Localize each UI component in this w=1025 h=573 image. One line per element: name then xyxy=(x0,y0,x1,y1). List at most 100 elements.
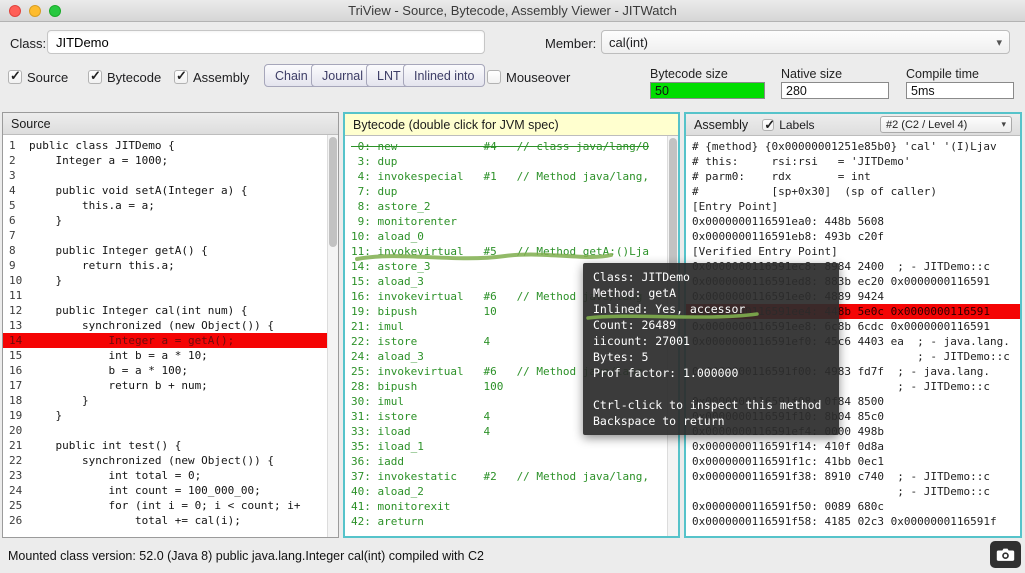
close-window-button[interactable] xyxy=(9,5,21,17)
assembly-line[interactable]: # {method} {0x00000001251e85b0} 'cal' '(… xyxy=(686,139,1020,154)
screenshot-camera-button[interactable] xyxy=(990,541,1021,568)
source-checkbox[interactable]: Source xyxy=(8,66,68,88)
status-bar: Mounted class version: 52.0 (Java 8) pub… xyxy=(0,538,1025,573)
source-line[interactable]: 6 } xyxy=(3,213,338,228)
line-number: 12 xyxy=(3,303,29,318)
line-number: 8 xyxy=(3,243,29,258)
inlined-into-button[interactable]: Inlined into xyxy=(403,64,485,87)
assembly-line[interactable]: 0x0000000116591f58: 4185 02c3 0x00000001… xyxy=(686,514,1020,529)
class-input[interactable]: JITDemo xyxy=(47,30,485,54)
assembly-line[interactable]: ; - JITDemo::c xyxy=(686,484,1020,499)
bytecode-text: 21: imul xyxy=(351,320,404,333)
source-scrollbar[interactable] xyxy=(327,135,338,537)
source-line[interactable]: 1public class JITDemo { xyxy=(3,138,338,153)
bytecode-line[interactable]: 42: areturn xyxy=(345,514,678,529)
scrollbar-thumb[interactable] xyxy=(329,137,337,247)
source-line[interactable]: 12 public Integer cal(int num) { xyxy=(3,303,338,318)
compilation-select-value: #2 (C2 / Level 4) xyxy=(886,119,967,131)
assembly-line[interactable]: [Entry Point] xyxy=(686,199,1020,214)
assembly-line[interactable]: 0x0000000116591f14: 410f 0d8a xyxy=(686,439,1020,454)
bytecode-text: 19: bipush 10 xyxy=(351,305,497,318)
source-checkbox-label: Source xyxy=(27,70,68,85)
bytecode-line[interactable]: 3: dup xyxy=(345,154,678,169)
source-line[interactable]: 26 total += cal(i); xyxy=(3,513,338,528)
bytecode-checkbox[interactable]: Bytecode xyxy=(88,66,161,88)
source-line[interactable]: 11 xyxy=(3,288,338,303)
compilation-select[interactable]: #2 (C2 / Level 4) ▾ xyxy=(880,116,1012,133)
bytecode-text: 3: dup xyxy=(351,155,397,168)
source-line[interactable]: 21 public int test() { xyxy=(3,438,338,453)
source-line[interactable]: 10 } xyxy=(3,273,338,288)
bytecode-line[interactable]: 35: iload_1 xyxy=(345,439,678,454)
tooltip-line: Bytes: 5 xyxy=(593,349,829,365)
source-line[interactable]: 16 b = a * 100; xyxy=(3,363,338,378)
chevron-down-icon: ▾ xyxy=(996,36,1002,49)
assembly-line[interactable]: # [sp+0x30] (sp of caller) xyxy=(686,184,1020,199)
line-number: 15 xyxy=(3,348,29,363)
assembly-line[interactable]: [Verified Entry Point] xyxy=(686,244,1020,259)
line-number: 20 xyxy=(3,423,29,438)
source-line[interactable]: 24 int count = 100_000_00; xyxy=(3,483,338,498)
native-size-label: Native size xyxy=(781,67,842,81)
source-code-text: return this.a; xyxy=(29,258,175,273)
member-select[interactable]: cal(int) ▾ xyxy=(601,30,1010,54)
source-line[interactable]: 4 public void setA(Integer a) { xyxy=(3,183,338,198)
source-code-text: int count = 100_000_00; xyxy=(29,483,261,498)
bytecode-text: 37: invokestatic #2 // Method java/lang, xyxy=(351,470,649,483)
source-line[interactable]: 9 return this.a; xyxy=(3,258,338,273)
assembly-text: [Entry Point] xyxy=(692,200,778,213)
source-line[interactable]: 17 return b + num; xyxy=(3,378,338,393)
bytecode-line[interactable]: 37: invokestatic #2 // Method java/lang, xyxy=(345,469,678,484)
bytecode-text: 7: dup xyxy=(351,185,397,198)
bytecode-line[interactable]: 9: monitorenter xyxy=(345,214,678,229)
source-line[interactable]: 20 xyxy=(3,423,338,438)
source-line[interactable]: 19 } xyxy=(3,408,338,423)
source-code-text: } xyxy=(29,213,62,228)
assembly-line[interactable]: 0x0000000116591eb8: 493b c20f xyxy=(686,229,1020,244)
source-line[interactable]: 18 } xyxy=(3,393,338,408)
zoom-window-button[interactable] xyxy=(49,5,61,17)
assembly-line[interactable]: # parm0: rdx = int xyxy=(686,169,1020,184)
chevron-down-icon: ▾ xyxy=(1001,119,1006,130)
bytecode-line[interactable]: 10: aload_0 xyxy=(345,229,678,244)
bytecode-line[interactable]: 36: iadd xyxy=(345,454,678,469)
source-line[interactable]: 15 int b = a * 10; xyxy=(3,348,338,363)
source-line[interactable]: 25 for (int i = 0; i < count; i+ xyxy=(3,498,338,513)
assembly-line[interactable]: 0x0000000116591f38: 8910 c740 ; - JITDem… xyxy=(686,469,1020,484)
minimize-window-button[interactable] xyxy=(29,5,41,17)
labels-checkbox[interactable]: Labels xyxy=(762,114,814,136)
checkmark-icon xyxy=(8,70,22,84)
bytecode-line[interactable]: 11: invokevirtual #5 // Method getA:()Lj… xyxy=(345,244,678,259)
source-line[interactable]: 23 int total = 0; xyxy=(3,468,338,483)
source-line[interactable]: 7 xyxy=(3,228,338,243)
scrollbar-thumb[interactable] xyxy=(669,138,677,278)
checkmark-icon xyxy=(174,70,188,84)
source-line[interactable]: 2 Integer a = 1000; xyxy=(3,153,338,168)
source-line[interactable]: 3 xyxy=(3,168,338,183)
bytecode-line[interactable]: 7: dup xyxy=(345,184,678,199)
source-line[interactable]: 5 this.a = a; xyxy=(3,198,338,213)
source-line[interactable]: 8 public Integer getA() { xyxy=(3,243,338,258)
bytecode-line[interactable]: 8: astore_2 xyxy=(345,199,678,214)
assembly-checkbox[interactable]: Assembly xyxy=(174,66,249,88)
source-line[interactable]: 22 synchronized (new Object()) { xyxy=(3,453,338,468)
bytecode-text: 35: iload_1 xyxy=(351,440,424,453)
assembly-line[interactable]: 0x0000000116591f1c: 41bb 0ec1 xyxy=(686,454,1020,469)
assembly-line[interactable]: 0x0000000116591ea0: 448b 5608 xyxy=(686,214,1020,229)
bytecode-line[interactable]: 40: aload_2 xyxy=(345,484,678,499)
journal-button[interactable]: Journal xyxy=(311,64,374,87)
bytecode-line[interactable]: 41: monitorexit xyxy=(345,499,678,514)
assembly-line[interactable]: 0x0000000116591f50: 0089 680c xyxy=(686,499,1020,514)
bytecode-panel-header[interactable]: Bytecode (double click for JVM spec) xyxy=(345,114,678,136)
source-code-area[interactable]: 1public class JITDemo { 2 Integer a = 10… xyxy=(3,135,338,537)
assembly-line[interactable]: # this: rsi:rsi = 'JITDemo' xyxy=(686,154,1020,169)
source-code-text: synchronized (new Object()) { xyxy=(29,318,274,333)
source-line[interactable]: 13 synchronized (new Object()) { xyxy=(3,318,338,333)
bytecode-line[interactable]: 4: invokespecial #1 // Method java/lang, xyxy=(345,169,678,184)
mouseover-checkbox[interactable]: Mouseover xyxy=(487,66,570,88)
source-line[interactable]: 14 Integer a = getA(); xyxy=(3,333,338,348)
title-bar: TriView - Source, Bytecode, Assembly Vie… xyxy=(0,0,1025,22)
assembly-text: 0x0000000116591f38: 8910 c740 ; - JITDem… xyxy=(692,470,990,483)
bytecode-line[interactable]: 0: new #4 // class java/lang/O xyxy=(345,139,678,154)
assembly-text: [Verified Entry Point] xyxy=(692,245,838,258)
